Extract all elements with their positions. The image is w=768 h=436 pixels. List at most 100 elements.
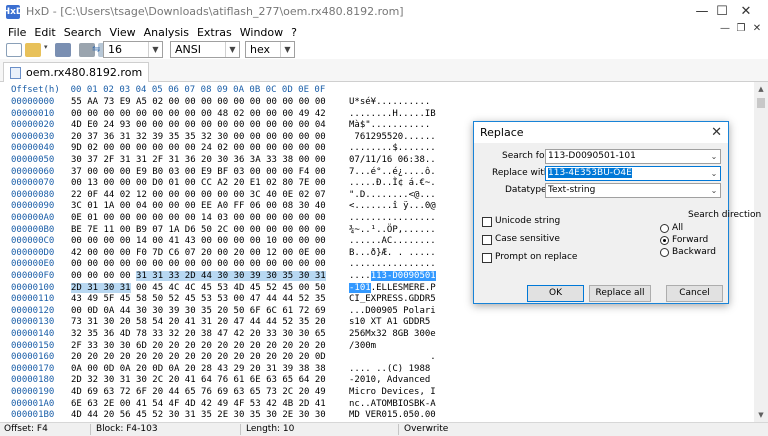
row-ascii[interactable]: Micro Devices, I — [349, 386, 436, 398]
row-ascii[interactable]: 07/11/16 06:38.. — [349, 154, 436, 166]
columns-select[interactable]: ⇋ 16 ▼ — [92, 41, 163, 58]
row-ascii[interactable]: ".D........<@... — [349, 189, 436, 201]
row-ascii[interactable]: ......AC........ — [349, 235, 436, 247]
row-hex-bytes[interactable]: 20 37 36 31 32 39 35 35 32 30 00 00 00 0… — [71, 131, 343, 143]
row-hex-bytes[interactable]: 3C 01 1A 00 04 00 00 00 EE A0 FF 06 00 0… — [71, 200, 343, 212]
row-hex-bytes[interactable]: 20 20 20 20 20 20 20 20 20 20 20 20 20 2… — [71, 351, 343, 363]
row-offset: 000000F0 — [11, 271, 55, 281]
row-ascii[interactable]: . — [349, 351, 435, 363]
row-ascii[interactable]: ¾~..¹..ÖP,...... — [349, 224, 436, 236]
row-hex-bytes[interactable]: 0A 00 0D 0A 20 0D 0A 20 28 43 29 20 31 3… — [71, 363, 343, 375]
scroll-up-icon[interactable]: ▲ — [754, 82, 768, 96]
row-ascii[interactable]: ................ — [349, 212, 436, 224]
menu-view[interactable]: View — [106, 26, 140, 39]
row-hex-bytes[interactable]: 30 37 2F 31 31 2F 31 36 20 30 36 3A 33 3… — [71, 154, 343, 166]
row-hex-bytes[interactable]: 32 35 36 4D 78 33 32 20 38 47 42 20 33 3… — [71, 328, 343, 340]
row-hex-bytes[interactable]: 2F 33 30 30 6D 20 20 20 20 20 20 20 20 2… — [71, 340, 343, 352]
case-sensitive-checkbox[interactable] — [482, 235, 492, 245]
row-hex-bytes[interactable]: 2D 32 30 31 30 2C 20 41 64 76 61 6E 63 6… — [71, 374, 343, 386]
radio-backward[interactable] — [660, 248, 669, 257]
row-hex-bytes[interactable]: 00 00 00 00 31 31 33 2D 44 30 30 39 30 3… — [71, 270, 343, 282]
row-ascii[interactable]: CI_EXPRESS.GDDR5 — [349, 293, 436, 305]
row-ascii[interactable]: .... ..(C) 1988 — [349, 363, 430, 375]
prompt-checkbox[interactable] — [482, 253, 492, 263]
mdi-minimize-icon[interactable]: — — [718, 23, 732, 34]
row-offset: 00000160 — [11, 352, 55, 363]
row-hex-bytes[interactable]: BE 7E 11 00 B9 07 1A D6 50 2C 00 00 00 0… — [71, 224, 343, 236]
menu-file[interactable]: File — [4, 26, 30, 39]
open-dropdown-icon[interactable]: ▾ — [44, 43, 52, 57]
row-hex-bytes[interactable]: 55 AA 73 E9 A5 02 00 00 00 00 00 00 00 0… — [71, 96, 343, 108]
row-ascii[interactable]: <.......î ÿ...0@ — [349, 200, 436, 212]
row-ascii[interactable]: ........H.....IB — [349, 108, 436, 120]
radio-forward[interactable] — [660, 236, 669, 245]
menu-search[interactable]: Search — [60, 26, 106, 39]
row-hex-bytes[interactable]: 37 00 00 00 E9 B0 03 00 E9 BF 03 00 00 0… — [71, 166, 343, 178]
cancel-button[interactable]: Cancel — [666, 285, 723, 302]
row-hex-bytes[interactable]: 00 00 00 00 00 00 00 00 00 48 02 00 00 0… — [71, 108, 343, 120]
app-icon: HxD — [2, 4, 24, 19]
row-ascii[interactable]: B...ð}Æ. . ..... — [349, 247, 436, 259]
row-ascii[interactable]: nc..ATOMBIOSBK-A — [349, 398, 436, 410]
row-ascii[interactable]: .....Ð..Ì¢ á.€~. — [349, 177, 436, 189]
row-hex-bytes[interactable]: 00 13 00 00 00 D0 01 00 CC A2 20 E1 02 8… — [71, 177, 343, 189]
unicode-checkbox[interactable] — [482, 217, 492, 227]
row-hex-bytes[interactable]: 00 00 00 00 00 00 00 00 00 00 00 00 00 0… — [71, 258, 343, 270]
row-offset: 00000190 — [11, 387, 55, 397]
scroll-thumb[interactable] — [757, 98, 765, 108]
row-hex-bytes[interactable]: 0E 01 00 00 00 00 00 00 14 03 00 00 00 0… — [71, 212, 343, 224]
row-ascii[interactable]: -101.ELLESMERE.P — [349, 282, 436, 294]
charset-select[interactable]: ANSI ▼ — [170, 41, 240, 58]
menu-help[interactable]: ? — [287, 26, 301, 39]
menu-edit[interactable]: Edit — [30, 26, 59, 39]
row-ascii[interactable]: ...D00905 Polari — [349, 305, 436, 317]
row-hex-bytes[interactable]: 43 49 5F 45 58 50 52 45 53 53 00 47 44 4… — [71, 293, 343, 305]
close-icon[interactable]: ✕ — [711, 122, 722, 143]
replace-all-button[interactable]: Replace all — [589, 285, 651, 302]
row-ascii[interactable]: -2010, Advanced — [349, 374, 436, 386]
mdi-restore-icon[interactable]: ❐ — [734, 23, 748, 34]
row-ascii[interactable]: U*sé¥.......... — [349, 96, 430, 108]
close-icon[interactable]: ✕ — [724, 0, 768, 23]
row-hex-bytes[interactable]: 4D 69 63 72 6F 20 44 65 76 69 63 65 73 2… — [71, 386, 343, 398]
row-ascii[interactable]: ........$....... — [349, 142, 436, 154]
row-ascii[interactable]: 256Mx32 8GB 300e — [349, 328, 436, 340]
new-file-icon[interactable] — [6, 43, 22, 57]
row-hex-bytes[interactable]: 6E 63 2E 00 41 54 4F 4D 42 49 4F 53 42 4… — [71, 398, 343, 410]
search-for-label: Search for: — [502, 151, 552, 161]
row-hex-bytes[interactable]: 00 0D 0A 44 30 30 39 30 35 20 50 6F 6C 6… — [71, 305, 343, 317]
replace-with-input[interactable]: 113-4E353BU-O4E ⌄ — [545, 166, 721, 181]
row-ascii[interactable]: Mà$"........... — [349, 119, 430, 131]
open-file-icon[interactable] — [25, 43, 41, 57]
row-hex-bytes[interactable]: 00 00 00 00 14 00 41 43 00 00 00 00 10 0… — [71, 235, 343, 247]
radio-all[interactable] — [660, 224, 669, 233]
row-hex-bytes[interactable]: 73 31 30 20 58 54 20 41 31 20 47 44 44 5… — [71, 316, 343, 328]
row-ascii[interactable]: s10 XT A1 GDDR5 — [349, 316, 436, 328]
row-hex-bytes[interactable]: 42 00 00 00 F0 7D C6 07 20 00 20 00 12 0… — [71, 247, 343, 259]
menu-extras[interactable]: Extras — [193, 26, 236, 39]
row-hex-bytes[interactable]: 9D 02 00 00 00 00 00 00 24 02 00 00 00 0… — [71, 142, 343, 154]
row-ascii[interactable]: 761295520...... — [349, 131, 435, 143]
save-icon[interactable] — [55, 43, 71, 57]
scroll-down-icon[interactable]: ▼ — [754, 408, 768, 422]
unicode-label: Unicode string — [495, 216, 561, 226]
menu-analysis[interactable]: Analysis — [140, 26, 193, 39]
mdi-close-icon[interactable]: ✕ — [750, 23, 764, 34]
radio-backward-label: Backward — [672, 247, 716, 257]
row-hex-bytes[interactable]: 22 0F 44 02 12 00 00 00 00 00 00 3C 40 0… — [71, 189, 343, 201]
ok-button[interactable]: OK — [527, 285, 584, 302]
row-ascii[interactable]: 7...é°..é¿....ô. — [349, 166, 436, 178]
row-ascii[interactable]: ....113-D0090501 — [349, 270, 436, 282]
row-hex-bytes[interactable]: 4D E0 24 93 00 00 00 00 00 00 00 00 00 0… — [71, 119, 343, 131]
row-hex-bytes[interactable]: 4D 44 20 56 45 52 30 31 35 2E 30 35 30 2… — [71, 409, 343, 421]
row-hex-bytes[interactable]: 2D 31 30 31 00 45 4C 4C 45 53 4D 45 52 4… — [71, 282, 343, 294]
tab-file[interactable]: oem.rx480.8192.rom — [3, 62, 150, 82]
row-ascii[interactable]: ................ — [349, 258, 436, 270]
offset-base-select[interactable]: hex ▼ — [245, 41, 295, 58]
menu-window[interactable]: Window — [236, 26, 287, 39]
selected-text: -101 — [349, 282, 371, 293]
row-ascii[interactable]: /300m — [349, 340, 436, 352]
datatype-select[interactable]: Text-string ⌄ — [545, 183, 721, 198]
search-for-input[interactable]: 113-D0090501-101 ⌄ — [545, 149, 721, 164]
row-ascii[interactable]: MD VER015.050.00 — [349, 409, 436, 421]
